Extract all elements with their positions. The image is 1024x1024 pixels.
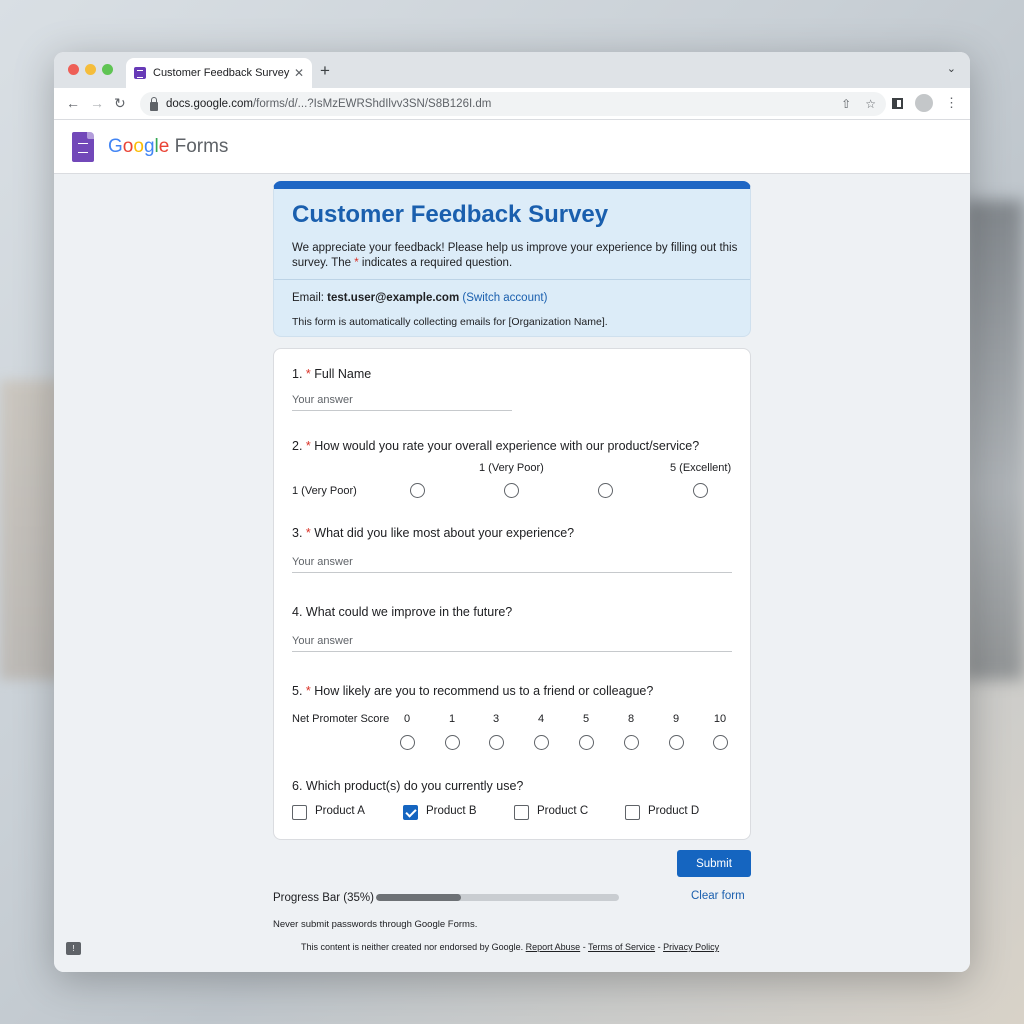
product-d-checkbox[interactable] bbox=[625, 805, 640, 820]
password-warning: Never submit passwords through Google Fo… bbox=[273, 919, 478, 930]
product-c-label: Product C bbox=[537, 805, 589, 817]
privacy-policy-link[interactable]: Privacy Policy bbox=[663, 942, 719, 952]
nps-radio-10[interactable] bbox=[713, 735, 728, 750]
question-2-title: 2. * How would you rate your overall exp… bbox=[292, 439, 700, 453]
progress-label: Progress Bar (35%) bbox=[273, 892, 374, 904]
browser-tab[interactable]: Customer Feedback Survey ✕ bbox=[126, 58, 312, 88]
switch-account-link[interactable]: (Switch account) bbox=[462, 292, 547, 304]
forms-app-header: Google Forms bbox=[54, 120, 970, 174]
product-c-checkbox[interactable] bbox=[514, 805, 529, 820]
minimize-window-button[interactable] bbox=[85, 64, 96, 75]
background-blur-left bbox=[0, 380, 60, 680]
product-a-checkbox[interactable] bbox=[292, 805, 307, 820]
tab-search-chevron-icon[interactable]: ⌄ bbox=[947, 62, 956, 75]
reload-icon[interactable]: ↻ bbox=[114, 95, 126, 112]
product-a-label: Product A bbox=[315, 805, 365, 817]
question-1-title: 1. * Full Name bbox=[292, 367, 372, 381]
nps-label-4: 4 bbox=[537, 713, 545, 725]
liked-most-input[interactable]: Your answer bbox=[292, 556, 732, 573]
browser-toolbar: ← → ↻ docs.google.com /forms/d/...?IsMzE… bbox=[54, 88, 970, 120]
nps-radio-4[interactable] bbox=[534, 735, 549, 750]
forms-favicon-icon bbox=[134, 67, 146, 79]
google-forms-logo-icon bbox=[72, 131, 94, 162]
form-header-card: Customer Feedback Survey We appreciate y… bbox=[273, 181, 751, 337]
questions-card: 1. * Full Name Your answer 2. * How woul… bbox=[273, 348, 751, 840]
tab-close-icon[interactable]: ✕ bbox=[294, 66, 304, 80]
url-domain: docs.google.com bbox=[166, 98, 253, 110]
header-divider bbox=[274, 279, 750, 280]
omnibox-actions: ⇧ ☆ bbox=[841, 97, 876, 111]
product-b-checkbox[interactable] bbox=[403, 805, 418, 820]
rating-radio-4[interactable] bbox=[693, 483, 708, 498]
background-blur-right bbox=[964, 200, 1024, 680]
window-controls bbox=[68, 64, 113, 75]
nps-radio-1[interactable] bbox=[445, 735, 460, 750]
nps-row-label: Net Promoter Score bbox=[292, 713, 390, 725]
google-forms-wordmark: Google Forms bbox=[108, 135, 229, 157]
rating-radio-3[interactable] bbox=[598, 483, 613, 498]
rating-radio-1[interactable] bbox=[410, 483, 425, 498]
nps-label-10: 10 bbox=[713, 713, 727, 725]
toolbar-right: ⋮ bbox=[892, 94, 958, 112]
question-5-title: 5. * How likely are you to recommend us … bbox=[292, 684, 654, 698]
rating-row-label: 1 (Very Poor) bbox=[292, 485, 357, 497]
progress-bar-fill bbox=[376, 894, 462, 901]
share-icon[interactable]: ⇧ bbox=[841, 97, 851, 111]
legal-footer: This content is neither created nor endo… bbox=[301, 942, 720, 952]
browser-menu-icon[interactable]: ⋮ bbox=[945, 95, 958, 111]
tab-strip: Customer Feedback Survey ✕ + ⌄ bbox=[54, 52, 970, 88]
bookmark-star-icon[interactable]: ☆ bbox=[865, 97, 876, 111]
back-arrow-icon[interactable]: ← bbox=[66, 95, 80, 111]
terms-of-service-link[interactable]: Terms of Service bbox=[588, 942, 655, 952]
report-abuse-link[interactable]: Report Abuse bbox=[526, 942, 581, 952]
side-panel-icon[interactable] bbox=[892, 97, 903, 109]
nps-radio-0[interactable] bbox=[400, 735, 415, 750]
submit-button[interactable]: Submit bbox=[677, 850, 751, 877]
rating-scale-high-header: 5 (Excellent) bbox=[670, 462, 732, 474]
rating-scale-low-header: 1 (Very Poor) bbox=[479, 462, 544, 474]
user-email: test.user@example.com bbox=[327, 292, 460, 304]
new-tab-button[interactable]: + bbox=[320, 61, 330, 81]
progress-bar bbox=[376, 894, 619, 901]
form-description: We appreciate your feedback! Please help… bbox=[292, 242, 738, 269]
nps-label-5: 5 bbox=[582, 713, 590, 725]
nps-radio-3[interactable] bbox=[489, 735, 504, 750]
nps-label-0: 0 bbox=[403, 713, 411, 725]
nps-radio-9[interactable] bbox=[669, 735, 684, 750]
question-3-title: 3. * What did you like most about your e… bbox=[292, 526, 575, 540]
email-line: Email: test.user@example.com (Switch acc… bbox=[292, 292, 548, 304]
url-path: /forms/d/...?IsMzEWRShdIlvv3SN/S8B126I.d… bbox=[252, 98, 492, 110]
clear-form-link[interactable]: Clear form bbox=[691, 890, 745, 902]
profile-avatar[interactable] bbox=[915, 94, 933, 112]
maximize-window-button[interactable] bbox=[102, 64, 113, 75]
tab-title: Customer Feedback Survey bbox=[153, 67, 290, 79]
full-name-input[interactable]: Your answer bbox=[292, 394, 512, 411]
nps-radio-5[interactable] bbox=[579, 735, 594, 750]
email-collection-note: This form is automatically collecting em… bbox=[292, 316, 608, 328]
lock-icon bbox=[150, 96, 158, 111]
nps-radio-8[interactable] bbox=[624, 735, 639, 750]
close-window-button[interactable] bbox=[68, 64, 79, 75]
nps-label-1: 1 bbox=[448, 713, 456, 725]
browser-window: Customer Feedback Survey ✕ + ⌄ ← → ↻ doc… bbox=[54, 52, 970, 972]
product-d-label: Product D bbox=[648, 805, 700, 817]
improve-input[interactable]: Your answer bbox=[292, 635, 732, 652]
rating-radio-2[interactable] bbox=[504, 483, 519, 498]
feedback-icon[interactable]: ! bbox=[66, 942, 81, 955]
question-6-title: 6. Which product(s) do you currently use… bbox=[292, 779, 524, 793]
product-b-label: Product B bbox=[426, 805, 477, 817]
address-bar[interactable]: docs.google.com /forms/d/...?IsMzEWRShdI… bbox=[140, 92, 886, 116]
nps-label-3: 3 bbox=[492, 713, 500, 725]
form-title: Customer Feedback Survey bbox=[292, 201, 609, 228]
forward-arrow-icon[interactable]: → bbox=[90, 95, 104, 111]
nps-label-8: 8 bbox=[627, 713, 635, 725]
nps-label-9: 9 bbox=[672, 713, 680, 725]
question-4-title: 4. What could we improve in the future? bbox=[292, 605, 513, 619]
form-content: Customer Feedback Survey We appreciate y… bbox=[54, 174, 970, 972]
